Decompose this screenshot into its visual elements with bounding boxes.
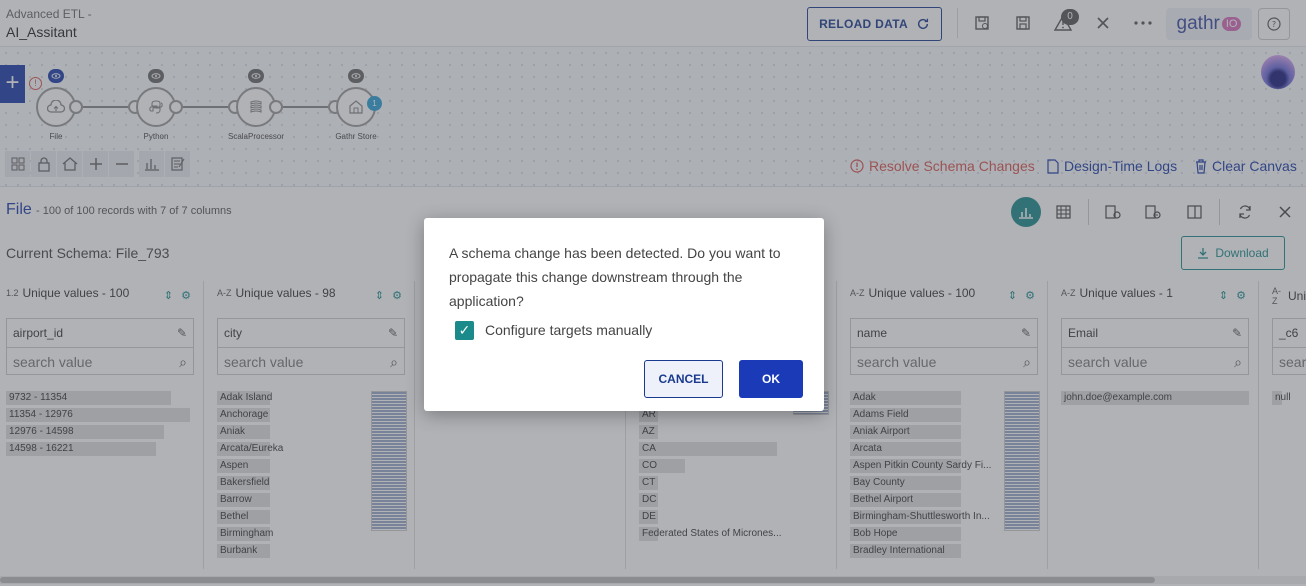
schema-change-message: A schema change has been detected. Do yo…: [449, 245, 781, 309]
configure-targets-checkbox[interactable]: ✓: [455, 321, 474, 340]
configure-targets-label[interactable]: Configure targets manually: [485, 322, 652, 338]
cancel-button[interactable]: CANCEL: [644, 360, 723, 398]
ok-button[interactable]: OK: [739, 360, 803, 398]
schema-change-dialog: A schema change has been detected. Do yo…: [424, 218, 824, 411]
